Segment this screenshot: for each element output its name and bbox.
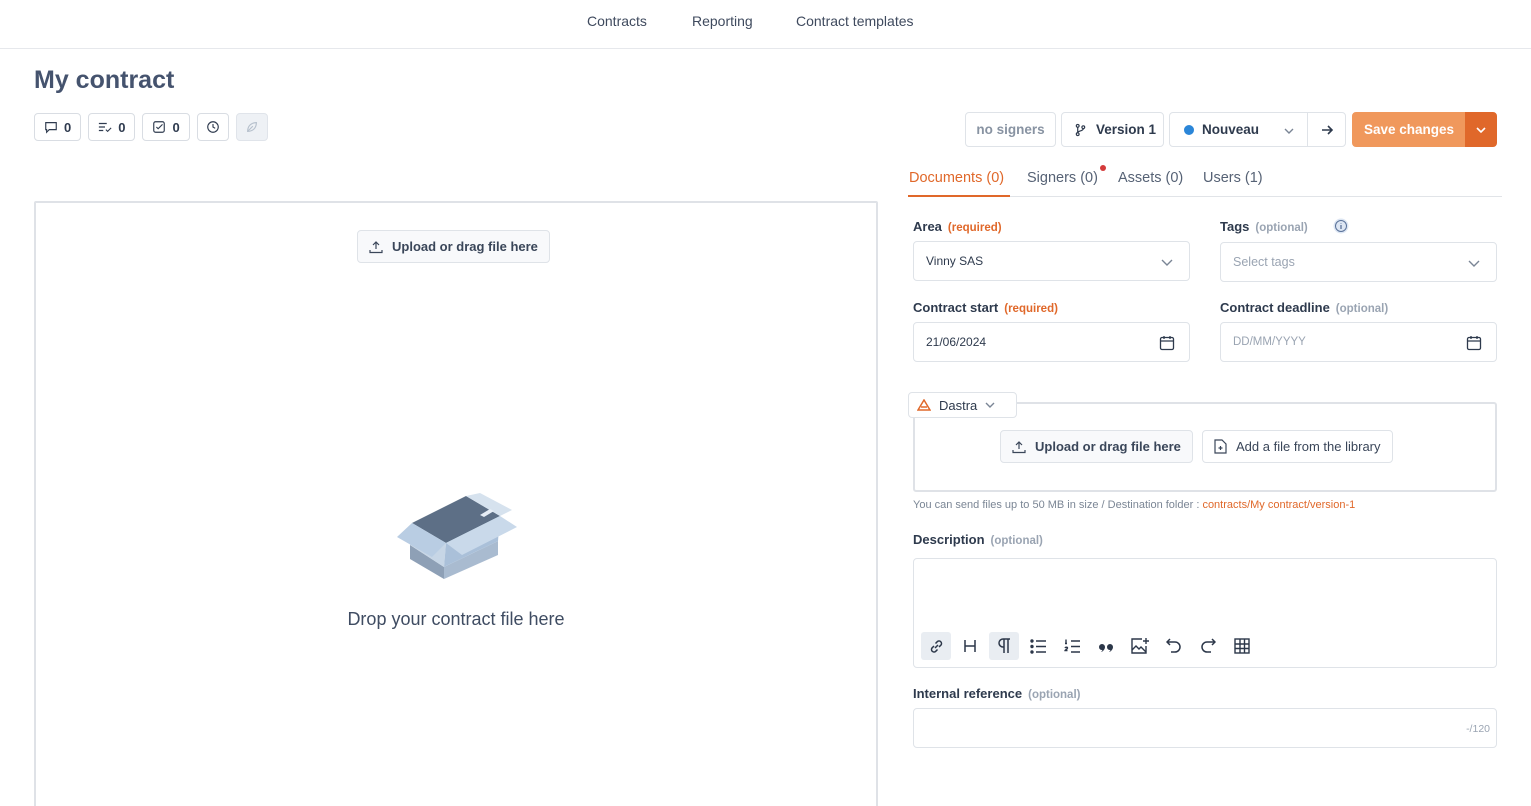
signers-button[interactable]: no signers	[965, 112, 1056, 147]
upload-file-label: Upload or drag file here	[1035, 439, 1181, 454]
chevron-down-icon	[985, 402, 995, 408]
quote-icon	[1098, 644, 1113, 652]
page-title: My contract	[34, 66, 175, 94]
dastra-logo-icon	[917, 399, 931, 411]
description-label: Description (optional)	[913, 532, 1043, 547]
chevron-down-icon	[1284, 128, 1294, 134]
version-label: Version 1	[1096, 122, 1157, 137]
contract-deadline-label: Contract deadline (optional)	[1220, 300, 1389, 315]
contract-start-label: Contract start (required)	[913, 300, 1058, 315]
info-icon[interactable]	[1333, 218, 1349, 234]
upload-file-button[interactable]: Upload or drag file here	[1000, 430, 1193, 463]
image-add-icon	[1130, 638, 1149, 654]
contract-start-value: 21/06/2024	[926, 335, 987, 349]
internal-reference-label: Internal reference (optional)	[913, 686, 1081, 701]
insert-image-button[interactable]	[1125, 632, 1155, 660]
link-icon	[930, 639, 942, 653]
checkbox-icon	[153, 121, 166, 133]
empty-box-illustration	[397, 493, 517, 579]
tags-select[interactable]: Select tags	[1220, 242, 1497, 282]
eco-button[interactable]	[235, 113, 268, 141]
counter-bar: 0 0 0	[34, 113, 268, 141]
drop-upload-label: Upload or drag file here	[392, 239, 538, 254]
arrow-right-icon	[1321, 124, 1333, 135]
branch-icon	[1075, 123, 1086, 136]
internal-reference-input[interactable]: -/120	[913, 708, 1497, 748]
clock-icon	[206, 121, 219, 133]
tab-documents[interactable]: Documents (0)	[909, 170, 1004, 186]
calendar-icon[interactable]	[1466, 335, 1482, 351]
drop-upload-button[interactable]: Upload or drag file here	[357, 230, 550, 263]
status-label: Nouveau	[1202, 122, 1260, 137]
tags-placeholder: Select tags	[1233, 255, 1295, 269]
document-tabs: Documents (0) Signers (0) Assets (0) Use…	[908, 163, 1502, 197]
leaf-icon	[246, 122, 257, 132]
area-value: Vinny SAS	[926, 254, 984, 268]
redo-button[interactable]	[1193, 632, 1223, 660]
heading-icon	[964, 640, 976, 652]
add-from-library-label: Add a file from the library	[1236, 439, 1381, 454]
table-button[interactable]	[1227, 632, 1257, 660]
signers-alert-dot	[1100, 165, 1106, 171]
comment-icon	[45, 122, 57, 134]
link-button[interactable]	[921, 632, 951, 660]
upload-icon	[1012, 440, 1026, 453]
area-label: Area (required)	[913, 219, 1002, 234]
undo-icon	[1166, 638, 1181, 653]
contract-drop-zone[interactable]: Upload or drag file here Drop your contr…	[34, 201, 878, 806]
chevron-down-icon	[1476, 126, 1486, 133]
chevron-down-icon	[1161, 259, 1173, 266]
nav-contracts[interactable]: Contracts	[587, 13, 647, 29]
blockquote-button[interactable]	[1091, 632, 1121, 660]
upload-icon	[369, 240, 383, 253]
chevron-down-icon	[1468, 260, 1480, 267]
checks-count: 0	[172, 119, 180, 135]
ordered-list-icon	[1063, 639, 1080, 653]
contract-deadline-input[interactable]: DD/MM/YYYY	[1220, 322, 1497, 362]
table-icon	[1234, 638, 1250, 654]
tab-users[interactable]: Users (1)	[1203, 170, 1263, 186]
comments-count: 0	[64, 119, 72, 135]
top-navigation: Contracts Reporting Contract templates	[0, 0, 1531, 49]
bullet-list-icon	[1029, 638, 1046, 654]
ordered-list-button[interactable]	[1057, 632, 1087, 660]
nav-reporting[interactable]: Reporting	[692, 13, 753, 29]
drop-message: Drop your contract file here	[347, 609, 565, 629]
source-label: Dastra	[939, 397, 978, 413]
save-options-button[interactable]	[1465, 112, 1497, 147]
active-tab-indicator	[908, 195, 1010, 197]
upload-hint: You can send files up to 50 MB in size /…	[913, 499, 1356, 511]
next-status-button[interactable]	[1307, 112, 1346, 147]
nav-contract-templates[interactable]: Contract templates	[796, 13, 914, 29]
area-select[interactable]: Vinny SAS	[913, 241, 1190, 281]
heading-button[interactable]	[955, 632, 985, 660]
add-from-library-button[interactable]: Add a file from the library	[1202, 430, 1393, 463]
comments-counter-button[interactable]: 0	[34, 113, 82, 141]
calendar-icon[interactable]	[1159, 335, 1175, 351]
tasks-counter-button[interactable]: 0	[88, 113, 136, 141]
character-counter: -/120	[1466, 723, 1490, 735]
pilcrow-icon	[998, 638, 1010, 653]
task-list-icon	[99, 122, 112, 133]
status-select[interactable]: Nouveau	[1169, 112, 1308, 147]
source-select[interactable]: Dastra	[908, 392, 1017, 418]
tab-signers[interactable]: Signers (0)	[1027, 170, 1098, 186]
save-changes-button[interactable]: Save changes	[1352, 112, 1466, 147]
paragraph-button[interactable]	[989, 632, 1019, 660]
contract-deadline-placeholder: DD/MM/YYYY	[1233, 336, 1306, 348]
history-button[interactable]	[196, 113, 229, 141]
file-add-icon	[1214, 439, 1227, 454]
checks-counter-button[interactable]: 0	[142, 113, 190, 141]
redo-icon	[1201, 638, 1216, 653]
status-dot	[1184, 124, 1194, 135]
contract-start-input[interactable]: 21/06/2024	[913, 322, 1190, 362]
undo-button[interactable]	[1159, 632, 1189, 660]
tasks-count: 0	[118, 119, 126, 135]
destination-folder: contracts/My contract/version-1	[1202, 499, 1356, 511]
editor-toolbar	[921, 632, 1257, 660]
tab-assets[interactable]: Assets (0)	[1118, 170, 1183, 186]
bullet-list-button[interactable]	[1023, 632, 1053, 660]
version-button[interactable]: Version 1	[1061, 112, 1164, 147]
tags-label: Tags (optional)	[1220, 219, 1308, 234]
